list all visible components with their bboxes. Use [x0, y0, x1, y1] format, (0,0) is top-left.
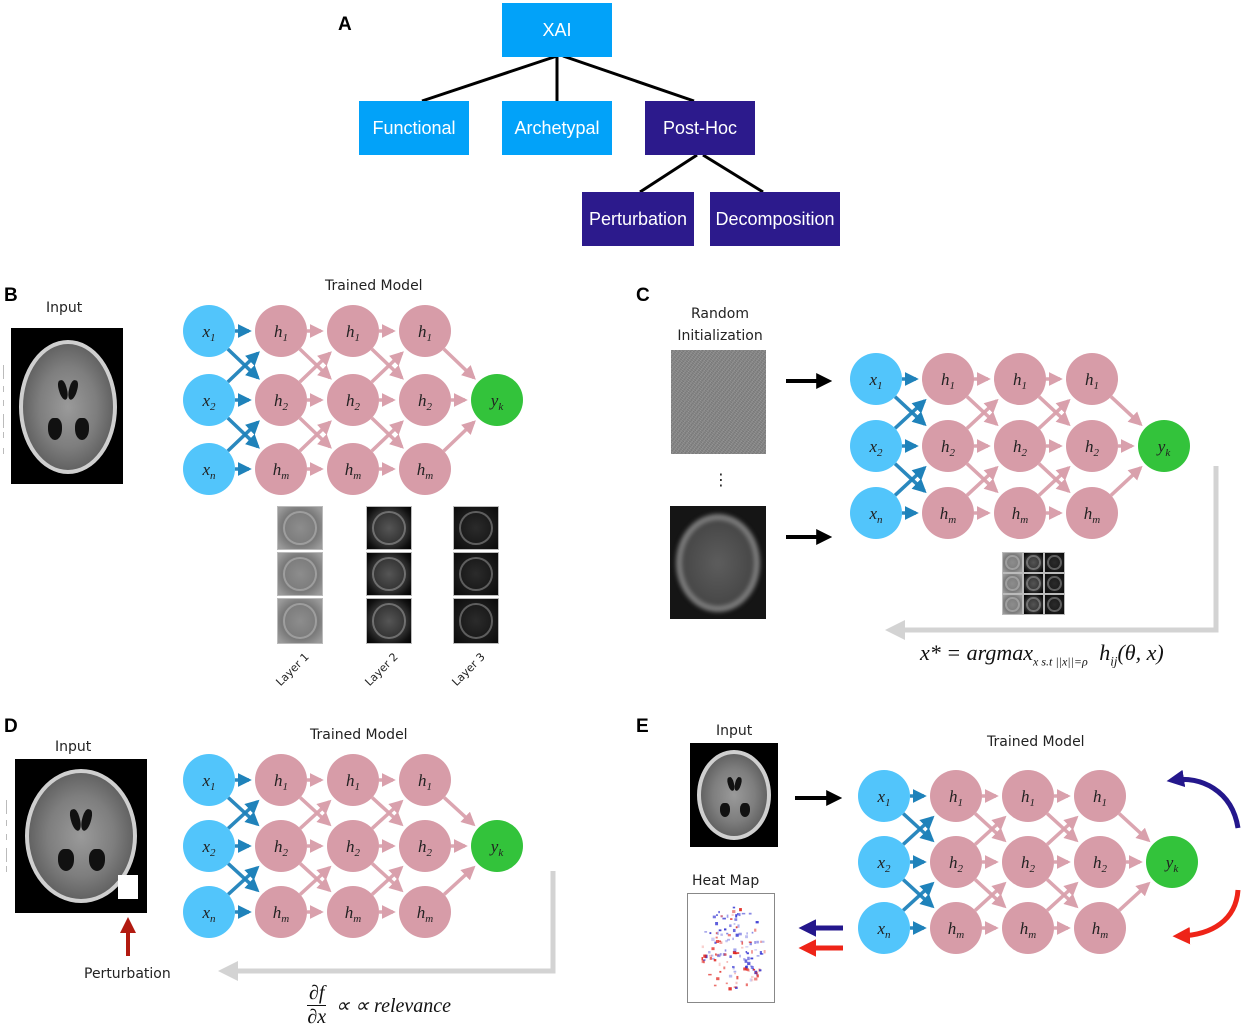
- panel-e-red-relevance-arrow: [1172, 889, 1241, 945]
- panel-e-blue-relevance-arrow: [1166, 769, 1241, 829]
- annotation-arrows: [120, 373, 1241, 981]
- panel-c-feedback-arrow: [885, 466, 1219, 640]
- panel-d-feedback-arrow: [218, 871, 556, 981]
